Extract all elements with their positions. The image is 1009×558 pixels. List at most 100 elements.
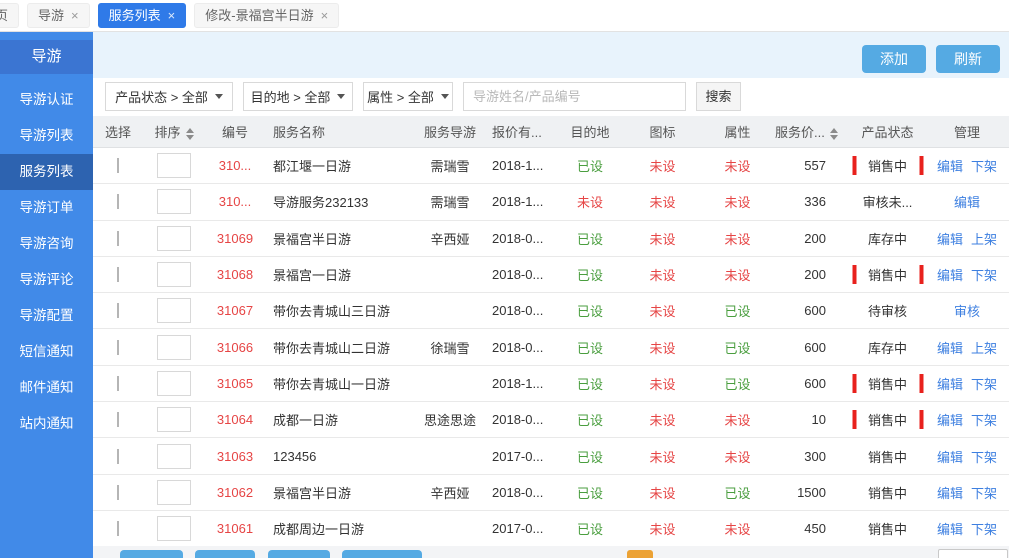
edit-link[interactable]: 编辑 [937, 486, 963, 501]
bulk-action-button-4[interactable] [342, 550, 422, 558]
sidebar-item-5[interactable]: 导游评论 [0, 262, 93, 298]
row-checkbox[interactable] [117, 194, 119, 209]
take-down-link[interactable]: 下架 [971, 268, 997, 283]
edit-link[interactable]: 编辑 [937, 377, 963, 392]
edit-link[interactable]: 编辑 [937, 268, 963, 283]
edit-link[interactable]: 编辑 [937, 450, 963, 465]
row-checkbox[interactable] [117, 485, 119, 500]
sort-order-input[interactable] [157, 335, 191, 360]
row-checkbox[interactable] [117, 340, 119, 355]
destination-dropdown[interactable]: 目的地 > 全部 [243, 82, 353, 111]
take-down-link[interactable]: 下架 [971, 377, 997, 392]
icon-flag: 未设 [649, 268, 675, 283]
sidebar-item-0[interactable]: 导游认证 [0, 82, 93, 118]
add-button[interactable]: 添加 [862, 45, 926, 73]
page-jump-box[interactable] [938, 549, 1008, 558]
take-down-link[interactable]: 下架 [971, 413, 997, 428]
quote-cell: 2018-0... [480, 412, 555, 427]
service-name: 带你去青城山一日游 [273, 377, 390, 392]
tab-0[interactable]: 页 [0, 3, 19, 28]
row-checkbox[interactable] [117, 376, 119, 391]
services-table: 选择排序编号服务名称服务导游报价有...目的地图标属性服务价...产品状态管理 … [93, 116, 1009, 547]
sort-asc-arrow [830, 128, 838, 133]
app-window: 页导游×服务列表×修改-景福宫半日游× 导游 导游认证导游列表服务列表导游订单导… [0, 0, 1009, 558]
sort-order-input[interactable] [157, 407, 191, 432]
manage-cell: 编辑下架 [925, 156, 1009, 175]
review-link[interactable]: 审核 [954, 304, 980, 319]
id-cell: 31069 [205, 231, 265, 246]
refresh-button[interactable]: 刷新 [936, 45, 1000, 73]
tab-label: 导游 [38, 3, 64, 28]
put-on-shelf-link[interactable]: 上架 [971, 341, 997, 356]
row-checkbox[interactable] [117, 521, 119, 536]
status-cell: 销售中 [850, 374, 925, 393]
take-down-link[interactable]: 下架 [971, 159, 997, 174]
sort-order-input[interactable] [157, 444, 191, 469]
sidebar-item-9[interactable]: 站内通知 [0, 406, 93, 442]
bulk-action-button-2[interactable] [195, 550, 255, 558]
sort-order-input[interactable] [157, 516, 191, 541]
edit-link[interactable]: 编辑 [954, 195, 980, 210]
sidebar-item-2[interactable]: 服务列表 [0, 154, 93, 190]
sidebar-item-3[interactable]: 导游订单 [0, 190, 93, 226]
sort-icon[interactable] [186, 128, 194, 140]
edit-link[interactable]: 编辑 [937, 159, 963, 174]
bulk-action-button-1[interactable] [120, 550, 183, 558]
sort-order-input[interactable] [157, 189, 191, 214]
quote-valid-date: 2018-0... [492, 340, 543, 355]
take-down-link[interactable]: 下架 [971, 486, 997, 501]
sidebar-item-6[interactable]: 导游配置 [0, 298, 93, 334]
edit-link[interactable]: 编辑 [937, 413, 963, 428]
row-checkbox[interactable] [117, 267, 119, 282]
edit-link[interactable]: 编辑 [937, 232, 963, 247]
product-status-dropdown[interactable]: 产品状态 > 全部 [105, 82, 233, 111]
sort-order-input[interactable] [157, 153, 191, 178]
service-name: 景福宫半日游 [273, 486, 351, 501]
search-button[interactable]: 搜索 [696, 82, 741, 111]
table-row: 31068景福宫一日游2018-0...已设未设未设200销售中编辑下架 [93, 257, 1009, 293]
icon-flag-cell: 未设 [625, 156, 700, 175]
attribute-dropdown[interactable]: 属性 > 全部 [363, 82, 453, 111]
guide-name: 徐瑞雪 [430, 341, 469, 356]
icon-flag-cell: 未设 [625, 301, 700, 320]
take-down-link[interactable]: 下架 [971, 450, 997, 465]
tab-close-icon[interactable]: × [321, 9, 329, 22]
tab-2[interactable]: 服务列表× [98, 3, 187, 28]
sidebar-item-4[interactable]: 导游咨询 [0, 226, 93, 262]
column-header-label: 选择 [105, 125, 131, 140]
sort-icon[interactable] [830, 128, 838, 140]
service-name: 带你去青城山二日游 [273, 341, 390, 356]
destination-flag: 已设 [577, 159, 603, 174]
quote-cell: 2018-0... [480, 231, 555, 246]
row-checkbox[interactable] [117, 449, 119, 464]
destination-flag-cell: 已设 [555, 519, 625, 538]
row-checkbox[interactable] [117, 303, 119, 318]
sort-order-input[interactable] [157, 371, 191, 396]
tab-close-icon[interactable]: × [71, 9, 79, 22]
row-checkbox[interactable] [117, 231, 119, 246]
sort-order-input[interactable] [157, 480, 191, 505]
service-price: 300 [804, 449, 826, 464]
sidebar-item-7[interactable]: 短信通知 [0, 334, 93, 370]
put-on-shelf-link[interactable]: 上架 [971, 232, 997, 247]
take-down-link[interactable]: 下架 [971, 522, 997, 537]
sidebar-item-8[interactable]: 邮件通知 [0, 370, 93, 406]
sort-order-input[interactable] [157, 262, 191, 287]
destination-flag: 已设 [577, 522, 603, 537]
tab-1[interactable]: 导游 × [27, 3, 90, 28]
edit-link[interactable]: 编辑 [937, 522, 963, 537]
row-checkbox[interactable] [117, 412, 119, 427]
bulk-action-button-3[interactable] [268, 550, 330, 558]
sort-order-input[interactable] [157, 226, 191, 251]
edit-link[interactable]: 编辑 [937, 341, 963, 356]
service-name: 景福宫半日游 [273, 232, 351, 247]
sort-order-input[interactable] [157, 298, 191, 323]
tab-3[interactable]: 修改-景福宫半日游× [194, 3, 339, 28]
tab-close-icon[interactable]: × [168, 9, 176, 22]
service-name: 都江堰一日游 [273, 159, 351, 174]
service-name: 123456 [273, 449, 316, 464]
search-input[interactable] [463, 82, 686, 111]
sidebar-item-1[interactable]: 导游列表 [0, 118, 93, 154]
row-checkbox[interactable] [117, 158, 119, 173]
pagination-current-page[interactable] [627, 550, 653, 558]
